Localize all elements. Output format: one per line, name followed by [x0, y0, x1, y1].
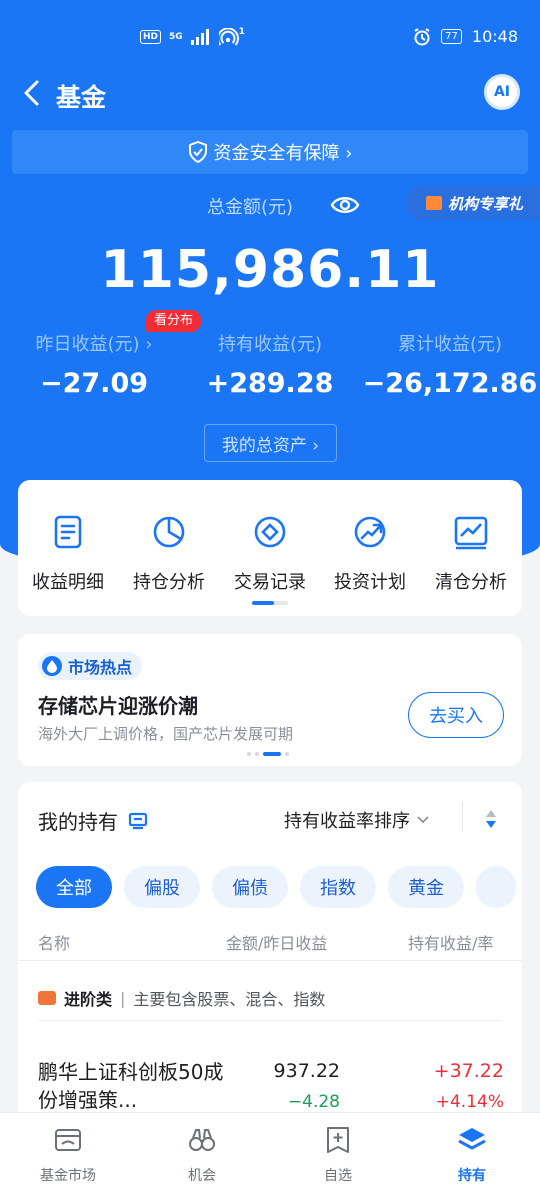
- filter-chip-gold[interactable]: 黄金: [388, 866, 464, 908]
- tool-trade-records[interactable]: 交易记录: [220, 512, 320, 594]
- stat-label: 累计收益(元): [397, 334, 503, 355]
- tool-profit-detail[interactable]: 收益明细: [18, 512, 118, 594]
- bottom-tab-bar: 基金市场 机会 自选 持有: [0, 1112, 540, 1188]
- divider: [18, 960, 522, 961]
- filter-chip-index[interactable]: 指数: [300, 866, 376, 908]
- stat-value: −27.09: [39, 368, 149, 399]
- tool-position-analysis[interactable]: 持仓分析: [119, 512, 219, 594]
- fund-name[interactable]: 鹏华上证科创板50成份增强策...: [38, 1058, 228, 1114]
- hotspot-count: 1: [238, 26, 245, 37]
- gift-icon: [426, 196, 442, 210]
- carousel-indicator: [247, 752, 289, 756]
- institution-gift-label: 机构专享礼: [448, 194, 524, 213]
- hd-indicator: HD: [140, 30, 162, 44]
- tool-label: 持仓分析: [133, 572, 205, 593]
- filter-chips: 全部 偏股 偏债 指数 黄金: [36, 866, 516, 908]
- divider: [462, 802, 463, 832]
- binoculars-icon: [189, 1129, 215, 1151]
- back-icon[interactable]: [16, 76, 50, 110]
- alarm-icon: [414, 27, 430, 45]
- pie-chart-icon: [153, 516, 185, 548]
- ai-assistant-button[interactable]: AI: [484, 74, 520, 110]
- safety-banner-label: 资金安全有保障 ›: [213, 143, 353, 164]
- filter-chip-all[interactable]: 全部: [36, 866, 112, 908]
- distribution-badge[interactable]: 看分布: [146, 310, 202, 332]
- total-amount: 115,986.11: [100, 240, 440, 300]
- flame-icon: [42, 656, 62, 676]
- tab-watchlist[interactable]: 自选: [288, 1125, 388, 1185]
- add-favorite-icon: [327, 1127, 349, 1153]
- stat-value: −26,172.86: [362, 368, 538, 399]
- fund-amount: 937.22: [273, 1060, 340, 1082]
- filter-chip-more[interactable]: [476, 866, 516, 908]
- safety-banner[interactable]: 资金安全有保障 ›: [12, 130, 528, 174]
- tab-label: 自选: [324, 1168, 352, 1184]
- stat-label: 昨日收益(元) ›: [35, 334, 153, 355]
- market-hot-card[interactable]: 市场热点 存储芯片迎涨价潮 海外大厂上调价格，国产芯片发展可期 去买入: [18, 634, 522, 766]
- signal-icon: [190, 29, 209, 45]
- tab-label: 持有: [458, 1168, 486, 1184]
- tab-holdings[interactable]: 持有: [422, 1125, 522, 1185]
- tool-label: 投资计划: [334, 572, 406, 593]
- column-profit: 持有收益/率: [408, 934, 494, 953]
- stat-cumulative-profit: 累计收益(元) −26,172.86: [360, 330, 540, 399]
- status-bar: HD 5G 1 77 10:48: [0, 0, 540, 76]
- sort-dropdown[interactable]: 持有收益率排序: [284, 807, 430, 833]
- column-name: 名称: [38, 934, 71, 953]
- stat-value: +289.28: [206, 368, 334, 399]
- hotspot-icon: [218, 28, 239, 46]
- stat-label: 持有收益(元): [217, 334, 323, 355]
- screen-icon[interactable]: [128, 812, 148, 830]
- eye-icon[interactable]: [330, 192, 360, 218]
- shield-icon: [188, 141, 207, 163]
- fund-holding-rate: +4.14%: [435, 1092, 504, 1112]
- trend-up-icon: [354, 516, 386, 548]
- category-name: 进阶类: [64, 990, 113, 1009]
- category-icon: [38, 991, 56, 1005]
- tool-label: 交易记录: [234, 572, 306, 593]
- fund-holding-profit: +37.22: [433, 1060, 504, 1082]
- document-icon: [54, 515, 82, 549]
- category-header: 进阶类 | 主要包含股票、混合、指数: [38, 986, 325, 1010]
- chart-box-icon: [454, 516, 488, 550]
- market-icon: [55, 1129, 81, 1151]
- sort-order-icon[interactable]: [484, 808, 498, 830]
- filter-chip-equity[interactable]: 偏股: [124, 866, 200, 908]
- clock: 10:48: [471, 27, 518, 46]
- stat-yesterday-profit[interactable]: 昨日收益(元) › −27.09: [4, 330, 184, 399]
- divider: [38, 1020, 502, 1021]
- buy-button[interactable]: 去买入: [408, 692, 504, 738]
- tools-card: 收益明细 持仓分析 交易记录 投资计划 清仓分析: [18, 480, 522, 616]
- network-type: 5G: [169, 31, 183, 42]
- column-amount: 金额/昨日收益: [226, 934, 328, 953]
- battery-indicator: 77: [441, 29, 462, 44]
- tool-label: 清仓分析: [435, 572, 507, 593]
- institution-gift-tag[interactable]: 机构专享礼: [406, 186, 540, 220]
- category-description: 主要包含股票、混合、指数: [133, 990, 326, 1009]
- nav-bar: 基金 AI: [0, 70, 540, 118]
- tab-opportunity[interactable]: 机会: [152, 1125, 252, 1185]
- tools-page-indicator: [252, 601, 288, 605]
- tool-clearance-analysis[interactable]: 清仓分析: [421, 512, 521, 594]
- tool-investment-plan[interactable]: 投资计划: [320, 512, 420, 594]
- filter-chip-bond[interactable]: 偏债: [212, 866, 288, 908]
- market-hot-tag-label: 市场热点: [68, 658, 133, 677]
- fund-yesterday-profit: −4.28: [287, 1092, 340, 1112]
- market-hot-subtitle: 海外大厂上调价格，国产芯片发展可期: [38, 725, 294, 743]
- tool-label: 收益明细: [32, 572, 104, 593]
- holdings-title: 我的持有: [38, 806, 148, 835]
- stat-holding-profit: 持有收益(元) +289.28: [180, 330, 360, 399]
- tab-fund-market[interactable]: 基金市场: [18, 1125, 118, 1185]
- chevron-down-icon: [417, 816, 429, 824]
- diamond-circle-icon: [254, 516, 286, 548]
- tab-label: 机会: [188, 1168, 216, 1184]
- market-hot-tag: 市场热点: [38, 652, 143, 680]
- tab-label: 基金市场: [40, 1168, 96, 1184]
- market-hot-title: 存储芯片迎涨价潮: [38, 694, 198, 718]
- page-title: 基金: [56, 83, 107, 112]
- total-assets-button[interactable]: 我的总资产 ›: [204, 424, 337, 462]
- layers-icon: [458, 1128, 486, 1150]
